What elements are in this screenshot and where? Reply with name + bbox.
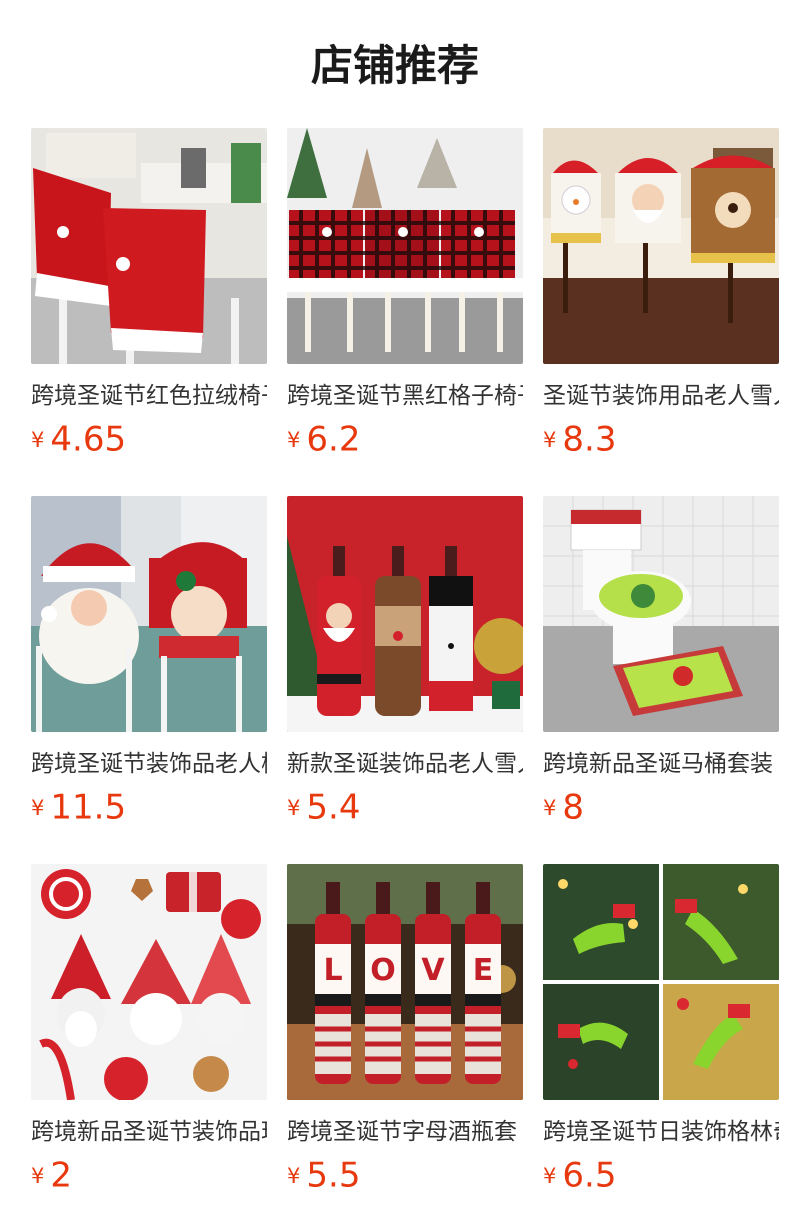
svg-text:V: V xyxy=(421,953,445,988)
currency-symbol: ¥ xyxy=(31,427,45,452)
svg-text:O: O xyxy=(370,953,396,988)
product-card[interactable]: 跨境新品圣诞马桶套装 ¥8 xyxy=(543,496,779,828)
product-name[interactable]: 跨境新品圣诞节装饰品玩偶 xyxy=(31,1115,267,1149)
currency-symbol: ¥ xyxy=(31,1163,45,1188)
product-price: ¥11.5 xyxy=(31,787,267,828)
product-name[interactable]: 跨境圣诞节字母酒瓶套 xyxy=(287,1115,523,1149)
product-card[interactable]: L O V E 跨境圣诞节字母酒瓶套 ¥5.5 xyxy=(287,864,523,1196)
product-card[interactable]: 跨境圣诞节黑红格子椅子套 ¥6.2 xyxy=(287,128,523,460)
price-value: 8.3 xyxy=(562,419,617,460)
currency-symbol: ¥ xyxy=(287,427,301,452)
product-image[interactable] xyxy=(543,496,779,732)
product-image[interactable] xyxy=(543,128,779,364)
product-image[interactable]: L O V E xyxy=(287,864,523,1100)
product-card[interactable]: 跨境圣诞节红色拉绒椅子套 ¥4.65 xyxy=(31,128,267,460)
product-price: ¥6.2 xyxy=(287,419,523,460)
product-name[interactable]: 跨境圣诞节装饰品老人椅子套 xyxy=(31,747,267,781)
product-image[interactable] xyxy=(287,128,523,364)
product-name[interactable]: 圣诞节装饰用品老人雪人椅子套 xyxy=(543,379,779,413)
product-price: ¥5.4 xyxy=(287,787,523,828)
product-image[interactable] xyxy=(287,496,523,732)
product-image[interactable] xyxy=(31,496,267,732)
product-card[interactable]: 跨境圣诞节装饰品老人椅子套 ¥11.5 xyxy=(31,496,267,828)
product-card[interactable]: 跨境圣诞节日装饰格林奇腿 ¥6.5 xyxy=(543,864,779,1196)
currency-symbol: ¥ xyxy=(543,1163,557,1188)
store-recommendations-page: 店铺推荐 跨境圣诞节红色拉绒椅 ¥ 4.65 跨境圣诞节黑红格子椅 ¥ 6.2 … xyxy=(0,0,790,1232)
section-title: 店铺推荐 xyxy=(310,41,479,90)
currency-symbol: ¥ xyxy=(543,795,557,820)
product-card[interactable]: 新款圣诞装饰品老人雪人酒瓶套 ¥5.4 xyxy=(287,496,523,828)
svg-text:L: L xyxy=(323,953,342,988)
price-value: 8 xyxy=(562,787,585,828)
product-name[interactable]: 跨境圣诞节日装饰格林奇腿 xyxy=(543,1115,779,1149)
product-price: ¥8 xyxy=(543,787,779,828)
product-card[interactable]: 圣诞节装饰用品老人雪人椅子套 ¥8.3 xyxy=(543,128,779,460)
currency-symbol: ¥ xyxy=(287,795,301,820)
price-value: 5.5 xyxy=(306,1155,361,1196)
product-price: ¥8.3 xyxy=(543,419,779,460)
price-value: 11.5 xyxy=(50,787,127,828)
product-price: ¥2 xyxy=(31,1155,267,1196)
product-image[interactable] xyxy=(31,864,267,1100)
currency-symbol: ¥ xyxy=(31,795,45,820)
price-value: 6.5 xyxy=(562,1155,617,1196)
currency-symbol: ¥ xyxy=(287,1163,301,1188)
product-name[interactable]: 跨境新品圣诞马桶套装 xyxy=(543,747,779,781)
svg-text:E: E xyxy=(473,953,494,988)
product-price: ¥6.5 xyxy=(543,1155,779,1196)
product-price: ¥4.65 xyxy=(31,419,267,460)
product-image[interactable] xyxy=(31,128,267,364)
price-value: 4.65 xyxy=(50,419,127,460)
product-image[interactable] xyxy=(543,864,779,1100)
price-value: 5.4 xyxy=(306,787,361,828)
product-card[interactable]: 跨境新品圣诞节装饰品玩偶 ¥2 xyxy=(31,864,267,1196)
product-name[interactable]: 跨境圣诞节黑红格子椅子套 xyxy=(287,379,523,413)
product-price: ¥5.5 xyxy=(287,1155,523,1196)
currency-symbol: ¥ xyxy=(543,427,557,452)
product-name[interactable]: 跨境圣诞节红色拉绒椅子套 xyxy=(31,379,267,413)
price-value: 6.2 xyxy=(306,419,361,460)
product-name[interactable]: 新款圣诞装饰品老人雪人酒瓶套 xyxy=(287,747,523,781)
price-value: 2 xyxy=(50,1155,73,1196)
